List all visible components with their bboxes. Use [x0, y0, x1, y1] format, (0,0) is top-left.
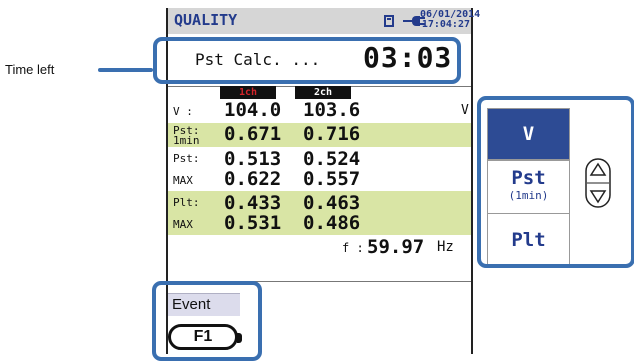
callout-line	[98, 68, 153, 72]
row-label: Plt:	[173, 196, 200, 209]
plt-ch2: 0.463	[303, 192, 361, 214]
voltage-ch2: 103.6	[303, 99, 361, 121]
instrument-screen: QUALITY 06/01/2014 17:04:27 Pst Calc. ..…	[166, 8, 480, 354]
softkey-v[interactable]: V	[487, 108, 570, 160]
voltage-row: V : 104.0 103.6 V	[168, 99, 471, 123]
f1-function-key[interactable]: F1	[168, 324, 242, 350]
softkey-pst-1min[interactable]: Pst (1min)	[487, 160, 570, 214]
plt-max-ch1: 0.531	[224, 212, 282, 234]
pst-1min-row: Pst: 1min 0.671 0.716	[168, 123, 471, 147]
row-label: V :	[173, 105, 193, 118]
row-label: Pst:	[173, 152, 200, 165]
row-label-sub: 1min	[173, 134, 200, 147]
voltage-unit: V	[461, 103, 469, 118]
pst-calc-row: Pst Calc. ... 03:03	[168, 34, 471, 86]
pst-row: Pst: 0.513 0.524 MAX 0.622 0.557	[168, 147, 471, 191]
frequency-value: 59.97	[367, 236, 425, 258]
pst-ch1: 0.513	[224, 148, 282, 170]
up-down-arrow-key[interactable]	[585, 158, 611, 208]
voltage-ch1: 104.0	[224, 99, 282, 121]
event-label: Event	[172, 296, 211, 313]
plt-ch1: 0.433	[224, 192, 282, 214]
measurement-table: V : 104.0 103.6 V Pst: 1min 0.671 0.716 …	[168, 99, 471, 259]
pst-1min-ch1: 0.671	[224, 123, 282, 145]
plt-row: Plt: 0.433 0.463 MAX 0.531 0.486	[168, 191, 471, 235]
pst-max-ch1: 0.622	[224, 168, 282, 190]
pst-ch2: 0.524	[303, 148, 361, 170]
divider	[168, 281, 471, 282]
row-label: MAX	[173, 218, 193, 231]
date-time: 06/01/2014 17:04:27	[420, 10, 480, 30]
frequency-unit: Hz	[437, 239, 454, 255]
pst-calc-label: Pst Calc. ...	[195, 50, 321, 69]
channel-2-header: 2ch	[295, 86, 351, 99]
time-remaining: 03:03	[363, 41, 453, 74]
softkey-pst-sublabel: (1min)	[508, 189, 549, 202]
plt-max-ch2: 0.486	[303, 212, 361, 234]
event-softkey-label[interactable]: Event	[168, 293, 240, 316]
softkey-pst-label: Pst	[511, 167, 546, 189]
softkey-plt[interactable]: Plt	[487, 213, 570, 267]
display-softkeys: V Pst (1min) Plt	[487, 108, 570, 267]
mode-title: QUALITY	[174, 11, 238, 29]
sd-card-icon	[384, 15, 394, 27]
softkey-v-label: V	[522, 123, 535, 145]
pst-max-ch2: 0.557	[303, 168, 361, 190]
time-text: 17:04:27	[421, 19, 470, 30]
time-left-callout: Time left	[5, 62, 55, 77]
channel-1-header: 1ch	[220, 86, 276, 99]
frequency-row: f : 59.97 Hz	[168, 235, 471, 259]
status-bar: QUALITY 06/01/2014 17:04:27	[168, 8, 480, 34]
softkey-plt-label: Plt	[511, 229, 546, 251]
pst-1min-ch2: 0.716	[303, 123, 361, 145]
frequency-label: f :	[342, 241, 364, 255]
row-label: MAX	[173, 174, 193, 187]
